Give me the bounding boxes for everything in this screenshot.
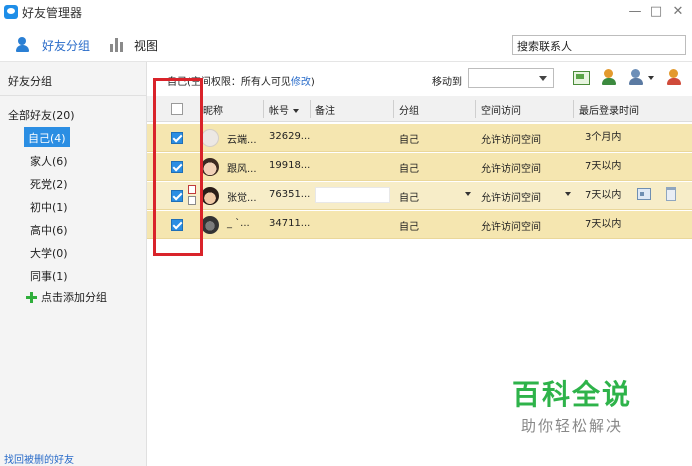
title-bar: 好友管理器 — □ ✕ bbox=[0, 0, 692, 26]
row-last-login: 7天以内 bbox=[585, 219, 622, 230]
sidebar-item-family[interactable]: 家人(6) bbox=[28, 150, 70, 170]
row-group: 自己 bbox=[399, 135, 419, 146]
recover-deleted-friends-link[interactable]: 找回被删的好友 bbox=[4, 451, 74, 466]
sidebar-item-high-school[interactable]: 高中(6) bbox=[28, 219, 70, 239]
sidebar-item-all-friends[interactable]: 全部好友(20) bbox=[8, 107, 75, 123]
row-checkbox[interactable] bbox=[171, 190, 183, 202]
add-group-label: 点击添加分组 bbox=[41, 291, 107, 304]
sidebar-item-middle-school[interactable]: 初中(1) bbox=[28, 196, 70, 216]
group-info-bar: 自己(空间权限：所有人可见修改) 移动到 bbox=[147, 62, 692, 96]
watermark-subtitle: 助你轻松解决 bbox=[521, 417, 624, 435]
watermark-title: 百科全说 bbox=[512, 378, 633, 411]
image-icon[interactable] bbox=[572, 69, 590, 87]
sort-arrow-icon bbox=[293, 109, 299, 113]
row-last-login: 7天以内 bbox=[585, 161, 622, 172]
watermark: 百科全说 助你轻松解决 bbox=[512, 373, 632, 436]
add-group-button[interactable]: 点击添加分组 bbox=[26, 289, 107, 305]
column-header-account[interactable]: 帐号 bbox=[269, 102, 299, 117]
row-last-login: 3个月内 bbox=[585, 132, 622, 143]
view-label: 视图 bbox=[134, 38, 159, 53]
column-header-space-access[interactable]: 空间访问 bbox=[481, 102, 521, 117]
sidebar-item-university[interactable]: 大学(0) bbox=[28, 242, 70, 262]
row-group-dropdown[interactable]: 自己 bbox=[399, 189, 419, 204]
sidebar-item-close-friends[interactable]: 死党(2) bbox=[28, 173, 70, 193]
column-divider bbox=[393, 100, 394, 118]
plus-icon bbox=[26, 291, 37, 303]
space-permission-text: 自己(空间权限：所有人可见修改) bbox=[167, 73, 315, 88]
row-account: 19918... bbox=[269, 160, 311, 171]
bar-chart-icon bbox=[110, 38, 126, 52]
row-checkbox[interactable] bbox=[171, 219, 183, 231]
column-header-last-login[interactable]: 最后登录时间 bbox=[579, 102, 639, 117]
row-group: 自己 bbox=[399, 222, 419, 233]
row-last-login: 7天以内 bbox=[585, 190, 622, 201]
sidebar-item-self[interactable]: 自己(4) bbox=[24, 127, 70, 147]
row-nickname: 云端... bbox=[227, 135, 257, 146]
chevron-down-icon[interactable] bbox=[465, 192, 471, 196]
row-space-access-dropdown[interactable]: 允许访问空间 bbox=[481, 189, 541, 204]
row-checkbox[interactable] bbox=[171, 161, 183, 173]
avatar bbox=[201, 129, 219, 147]
row-space-access: 允许访问空间 bbox=[481, 164, 541, 175]
row-nickname: 张觉... bbox=[227, 193, 257, 204]
modify-permission-link[interactable]: 修改 bbox=[291, 77, 311, 88]
move-to-label: 移动到 bbox=[432, 77, 462, 88]
column-divider bbox=[573, 100, 574, 118]
delete-friend-icon[interactable] bbox=[666, 69, 684, 87]
chevron-down-icon bbox=[648, 76, 654, 80]
table-row[interactable]: _ `... 34711... 自己 允许访问空间 7天以内 bbox=[147, 211, 692, 239]
sidebar: 好友分组 全部好友(20) 自己(4) 家人(6) 死党(2) 初中(1) 高中… bbox=[0, 62, 147, 466]
sidebar-header: 好友分组 bbox=[0, 62, 147, 96]
table-header: 昵称 帐号 备注 分组 空间访问 最后登录时间 bbox=[147, 96, 692, 122]
column-divider bbox=[475, 100, 476, 118]
user-menu-icon[interactable] bbox=[628, 69, 654, 87]
table-row[interactable]: 跟风... 19918... 自己 允许访问空间 7天以内 bbox=[147, 153, 692, 181]
window-title: 好友管理器 bbox=[22, 6, 83, 20]
row-checkbox[interactable] bbox=[171, 132, 183, 144]
account-header-label: 帐号 bbox=[269, 106, 289, 117]
row-account: 32629... bbox=[269, 131, 311, 142]
contact-card-icon[interactable] bbox=[637, 188, 651, 200]
row-group: 自己 bbox=[399, 164, 419, 175]
view-button[interactable]: 视图 bbox=[110, 35, 158, 55]
avatar bbox=[201, 187, 219, 205]
row-account: 34711... bbox=[269, 218, 311, 229]
status-icon bbox=[188, 185, 196, 194]
column-header-group[interactable]: 分组 bbox=[399, 102, 419, 117]
select-all-checkbox[interactable] bbox=[171, 103, 183, 115]
remark-input[interactable] bbox=[315, 187, 390, 203]
column-header-nickname[interactable]: 昵称 bbox=[203, 102, 223, 117]
friend-group-label: 好友分组 bbox=[42, 38, 91, 53]
friend-group-button[interactable]: 好友分组 bbox=[16, 35, 90, 55]
maximize-button[interactable]: □ bbox=[648, 3, 664, 21]
phone-icon bbox=[188, 196, 196, 205]
column-divider bbox=[263, 100, 264, 118]
permission-suffix: ) bbox=[310, 77, 315, 88]
sidebar-item-colleagues[interactable]: 同事(1) bbox=[28, 265, 70, 285]
row-nickname: _ `... bbox=[227, 218, 250, 229]
table-row[interactable]: 云端... 32629... 自己 允许访问空间 3个月内 bbox=[147, 124, 692, 152]
column-header-remark[interactable]: 备注 bbox=[315, 102, 335, 117]
row-nickname: 跟风... bbox=[227, 164, 257, 175]
row-space-access: 允许访问空间 bbox=[481, 135, 541, 146]
permission-prefix: 自己(空间权限：所有人可见 bbox=[167, 77, 291, 88]
table-row[interactable]: 张觉... 76351... 自己 允许访问空间 7天以内 bbox=[147, 182, 692, 210]
row-account: 76351... bbox=[269, 189, 311, 200]
close-button[interactable]: ✕ bbox=[670, 3, 686, 21]
search-input[interactable]: 搜索联系人 bbox=[512, 35, 686, 55]
trash-icon[interactable] bbox=[666, 187, 676, 201]
toolbar: 好友分组 视图 搜索联系人 bbox=[0, 26, 692, 62]
add-friend-icon[interactable] bbox=[601, 69, 619, 87]
move-to-dropdown[interactable] bbox=[468, 68, 554, 88]
chevron-down-icon[interactable] bbox=[565, 192, 571, 196]
app-logo-icon bbox=[4, 5, 18, 19]
contact-status-icons bbox=[188, 185, 196, 207]
avatar bbox=[201, 216, 219, 234]
column-divider bbox=[310, 100, 311, 118]
row-space-access: 允许访问空间 bbox=[481, 222, 541, 233]
friends-icon bbox=[16, 37, 34, 53]
avatar bbox=[201, 158, 219, 176]
minimize-button[interactable]: — bbox=[627, 3, 643, 21]
